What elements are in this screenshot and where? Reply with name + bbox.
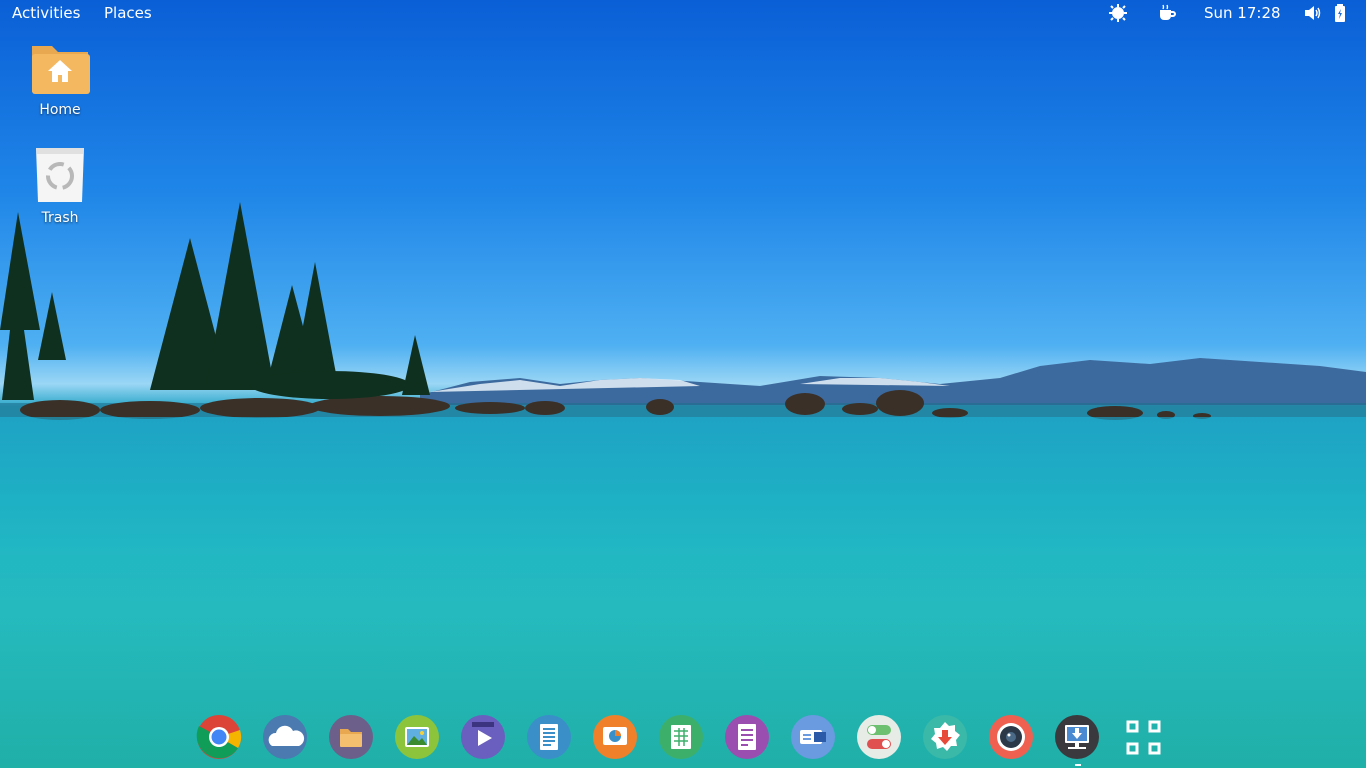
coffee-cup-icon[interactable] xyxy=(1157,4,1177,22)
download-manager-icon[interactable] xyxy=(1054,714,1100,760)
document-viewer-icon[interactable] xyxy=(724,714,770,760)
battery-icon[interactable] xyxy=(1333,4,1353,22)
show-applications-icon[interactable] xyxy=(1120,714,1166,760)
cloud-icon[interactable] xyxy=(262,714,308,760)
text-document-icon[interactable] xyxy=(526,714,572,760)
presentation-icon[interactable] xyxy=(592,714,638,760)
chrome-icon[interactable] xyxy=(196,714,242,760)
video-player-icon[interactable] xyxy=(460,714,506,760)
wallpaper xyxy=(0,202,1366,768)
dock xyxy=(196,712,1176,762)
files-icon[interactable] xyxy=(328,714,374,760)
weather-icon[interactable] xyxy=(1108,4,1128,22)
top-bar: Activities Places Sun 17:28 xyxy=(0,0,1366,26)
places-menu[interactable]: Places xyxy=(104,4,152,22)
desktop-trash[interactable]: Trash xyxy=(20,146,100,226)
tweaks-toggle-icon[interactable] xyxy=(856,714,902,760)
screen-recorder-icon[interactable] xyxy=(988,714,1034,760)
desktop-trash-label: Trash xyxy=(41,210,79,226)
running-indicator xyxy=(1075,764,1081,766)
remote-desktop-icon[interactable] xyxy=(790,714,836,760)
image-viewer-icon[interactable] xyxy=(394,714,440,760)
volume-icon[interactable] xyxy=(1303,4,1323,22)
desktop-home[interactable]: Home xyxy=(20,40,100,118)
software-update-icon[interactable] xyxy=(922,714,968,760)
clock[interactable]: Sun 17:28 xyxy=(1204,4,1281,22)
trash-icon xyxy=(36,148,84,202)
activities-button[interactable]: Activities xyxy=(12,4,80,22)
desktop-home-label: Home xyxy=(39,102,81,118)
spreadsheet-icon[interactable] xyxy=(658,714,704,760)
home-folder-icon xyxy=(32,46,90,94)
